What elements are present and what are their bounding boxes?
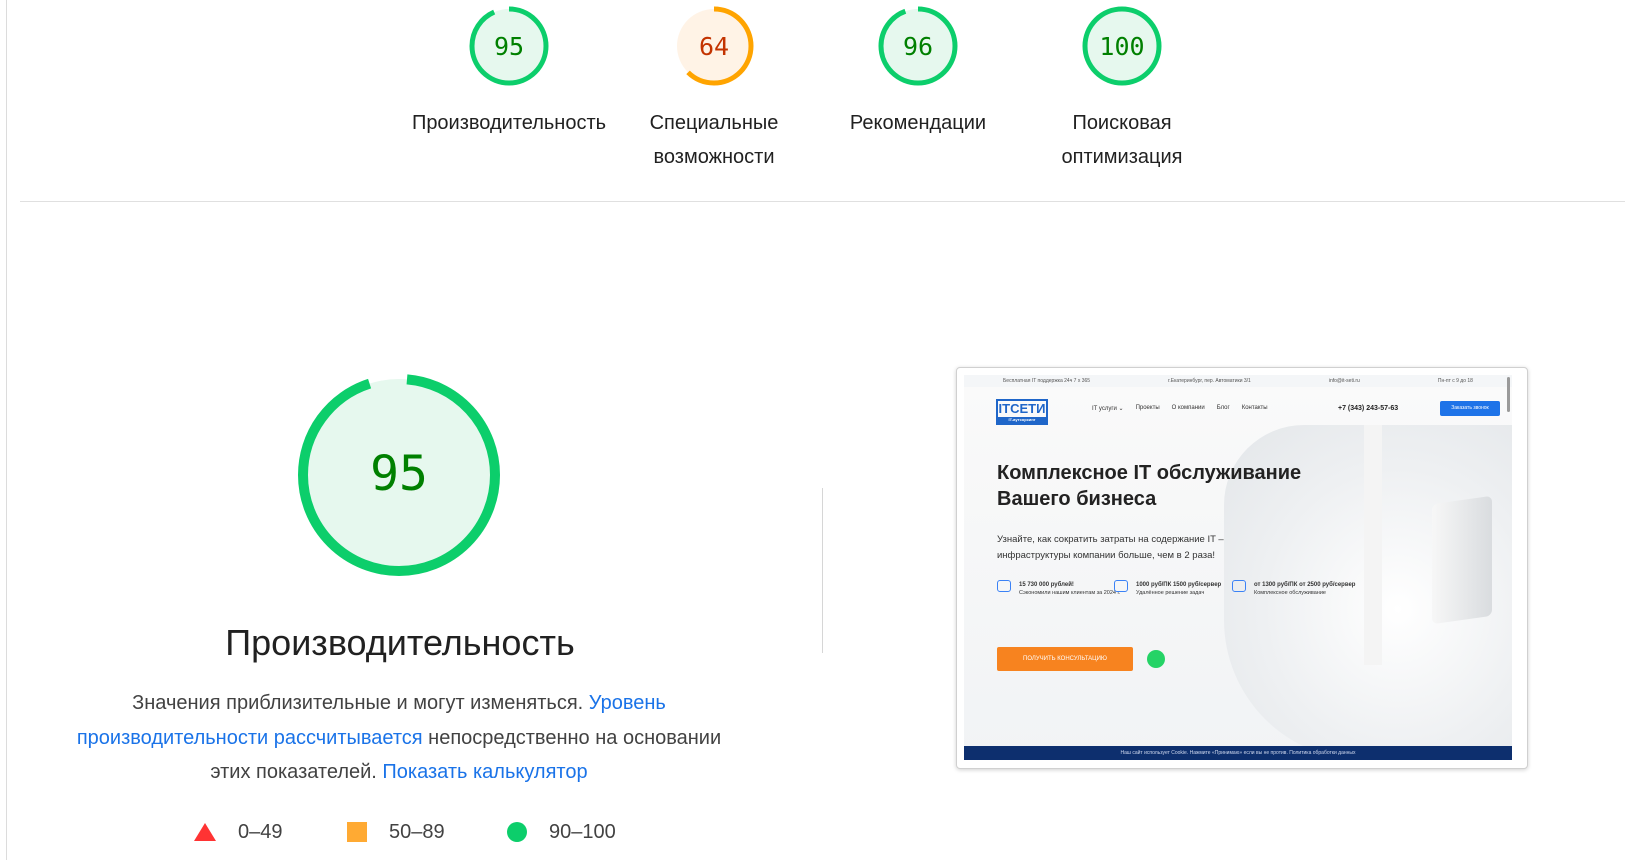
legend-pass: 90–100 (507, 818, 616, 846)
headset-icon (1114, 580, 1128, 592)
gauge-accessibility[interactable]: 64 Специальные возможности (614, 4, 814, 174)
wallet-icon (997, 580, 1011, 592)
square-icon (347, 822, 367, 842)
site-phone: +7 (343) 243-57-63 (1338, 405, 1399, 412)
gauge-ring: 95 (469, 6, 549, 86)
gauge-ring: 100 (1082, 6, 1162, 86)
monitor-icon (1232, 580, 1246, 592)
gauge-label: Поисковая оптимизация (1061, 112, 1183, 168)
gauge-best-practices[interactable]: 96 Рекомендации (818, 4, 1018, 140)
site-feature: от 1300 руб/ПК от 2500 руб/сервер Комплек… (1232, 580, 1384, 596)
decor-pole (1364, 425, 1382, 665)
legend-range: 0–49 (238, 820, 283, 843)
gauge-label: Производительность (411, 112, 607, 134)
site-logo: ITСЕТИ IT-аутсорсинг (996, 399, 1048, 425)
topbar-text: г.Екатеринбург, пер. Автоматики 3/1 (1168, 378, 1251, 384)
gauge-label: Рекомендации (849, 112, 987, 134)
menu-item: О компании (1171, 405, 1205, 411)
site-consult-button: ПОЛУЧИТЬ КОНСУЛЬТАЦИЮ (997, 647, 1133, 671)
show-calculator-link[interactable]: Показать калькулятор (382, 761, 587, 783)
menu-item: IT услуги ⌄ (1092, 406, 1124, 412)
site-cta-button: Заказать звонок (1440, 401, 1500, 416)
performance-description: Значения приблизительные и могут изменят… (66, 686, 732, 790)
screenshot-scrollbar (1507, 377, 1510, 412)
monitor-image (1432, 495, 1492, 625)
site-menu: IT услуги ⌄ Проекты О компании Блог Конт… (1092, 405, 1268, 412)
site-headline: Комплексное IT обслуживание Вашего бизне… (997, 462, 1302, 510)
left-border (6, 0, 7, 860)
legend-range: 50–89 (389, 820, 445, 843)
page-screenshot[interactable]: Бесплатная IT поддержка 24ч 7 х 365 г.Ек… (956, 367, 1528, 769)
site-feature: 1000 руб/ПК 1500 руб/сервер Удалённое реш… (1114, 580, 1266, 596)
gauge-score: 64 (699, 32, 729, 61)
gauge-ring: 64 (674, 6, 754, 86)
performance-title: Производительность (225, 622, 575, 663)
performance-score: 95 (370, 446, 428, 502)
whatsapp-icon (1147, 650, 1165, 668)
gauge-score: 96 (903, 32, 933, 61)
site-cookie-bar: Наш сайт использует Cookie. Нажмите «При… (964, 746, 1512, 760)
gauge-score: 100 (1099, 32, 1144, 61)
legend-fail: 0–49 (194, 818, 283, 846)
screenshot-content: Бесплатная IT поддержка 24ч 7 х 365 г.Ек… (964, 375, 1512, 760)
menu-item: Контакты (1241, 405, 1268, 411)
section-divider (20, 201, 1625, 202)
gauge-label: Специальные возможности (649, 112, 779, 168)
topbar-text: Бесплатная IT поддержка 24ч 7 х 365 (1003, 378, 1091, 384)
performance-gauge-ring: 95 (298, 374, 500, 576)
desc-text: Значения приблизительные и могут изменят… (132, 692, 589, 714)
legend-range: 90–100 (549, 820, 616, 843)
gauge-performance[interactable]: 95 Производительность (409, 4, 609, 140)
site-feature: 15 730 000 рублей! Сэкономили нашим клиен… (997, 580, 1149, 596)
topbar-text: Пн-пт с 9 до 18 (1437, 378, 1473, 384)
performance-gauge-large: 95 (296, 372, 502, 583)
site-subtext: Узнайте, как сократить затраты на содерж… (997, 534, 1224, 561)
menu-item: Проекты (1135, 405, 1160, 411)
site-topbar: Бесплатная IT поддержка 24ч 7 х 365 г.Ек… (964, 375, 1512, 387)
circle-icon (507, 822, 527, 842)
topbar-text: info@it-seti.ru (1328, 378, 1360, 384)
gauge-score: 95 (494, 32, 524, 61)
site-nav: ITСЕТИ IT-аутсорсинг IT услуги ⌄ Проекты … (964, 389, 1512, 425)
menu-item: Блог (1216, 405, 1230, 411)
legend-average: 50–89 (347, 818, 445, 846)
triangle-icon (194, 823, 216, 841)
gauge-seo[interactable]: 100 Поисковая оптимизация (1022, 4, 1222, 174)
gauge-ring: 96 (878, 6, 958, 86)
vertical-divider (822, 488, 823, 653)
